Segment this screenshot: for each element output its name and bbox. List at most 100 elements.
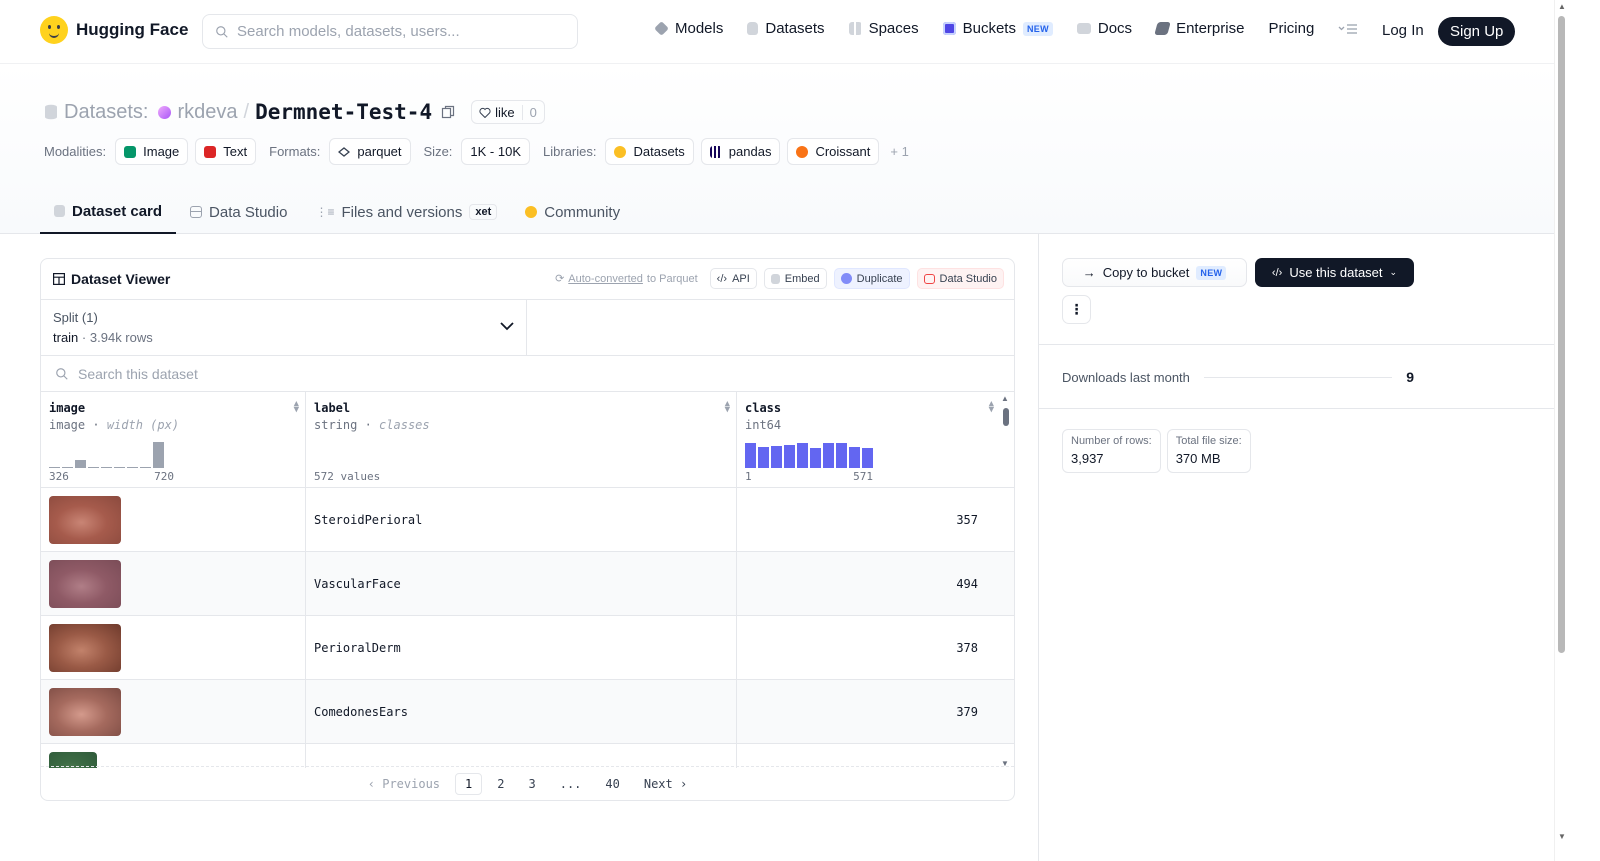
histogram-bar[interactable] (823, 443, 834, 468)
nav-pricing[interactable]: Pricing (1268, 20, 1314, 37)
signup-button[interactable]: Sign Up (1438, 17, 1516, 46)
histogram-bar[interactable] (784, 445, 795, 468)
repo-owner[interactable]: rkdeva (177, 101, 237, 124)
dataset-search-input[interactable]: Search this dataset (41, 356, 1014, 392)
scroll-down-icon[interactable]: ▼ (1001, 759, 1009, 768)
tab-community[interactable]: Community (511, 190, 634, 234)
table-row[interactable] (41, 744, 1014, 768)
histogram-bar[interactable] (75, 460, 86, 468)
histogram-bar[interactable] (127, 467, 138, 468)
size-chip[interactable]: 1K - 10K (461, 138, 531, 165)
like-button[interactable]: like 0 (471, 100, 545, 124)
auto-converted-link[interactable]: Auto-converted (568, 273, 643, 285)
docs-icon (1076, 23, 1091, 34)
duplicate-icon (840, 273, 852, 284)
code-icon: ‹/› (1271, 266, 1283, 279)
nav-docs[interactable]: Docs (1076, 20, 1132, 37)
global-search-input[interactable]: Search models, datasets, users... (202, 14, 578, 49)
models-icon (654, 21, 669, 36)
cell-label: ComedonesEars (305, 680, 736, 743)
format-parquet-chip[interactable]: parquet (329, 138, 411, 165)
column-type-sub: width (px) (106, 418, 180, 432)
page-40[interactable]: 40 (596, 774, 628, 794)
api-button[interactable]: ‹/› API (709, 268, 757, 289)
cell-image (41, 680, 305, 743)
library-datasets-chip[interactable]: Datasets (605, 138, 694, 165)
page-scrollbar[interactable]: ▲ ▼ (1554, 0, 1568, 861)
pagination-prev[interactable]: ‹ Previous (359, 774, 449, 794)
page-2[interactable]: 2 (488, 774, 513, 794)
column-type: image · width (px) (49, 418, 180, 432)
table-scroll-thumb[interactable] (1003, 408, 1009, 426)
tab-files-versions[interactable]: ⋮≡ Files and versions xet (301, 190, 511, 234)
repo-tabs: Dataset card Data Studio ⋮≡ Files and ver… (40, 190, 634, 234)
repo-name[interactable]: Dermnet-Test-4 (255, 100, 432, 124)
grid-icon (53, 273, 65, 285)
tab-dataset-card[interactable]: Dataset card (40, 190, 177, 234)
table-row[interactable]: SteroidPerioral 357 (41, 488, 1014, 552)
table-row[interactable]: VascularFace 494 (41, 552, 1014, 616)
histogram-bar[interactable] (862, 448, 873, 468)
use-dataset-button[interactable]: ‹/› Use this dataset ⌄ (1255, 258, 1414, 287)
image-thumbnail[interactable] (49, 687, 121, 736)
page-scroll-thumb[interactable] (1558, 16, 1565, 653)
sort-icon[interactable]: ▲ ▼ (989, 400, 994, 415)
column-header-class[interactable]: class int64 ▲ ▼ 1 571 (736, 392, 1000, 487)
split-selector[interactable]: Split (1) train · 3.94k rows (41, 300, 527, 355)
nav-datasets[interactable]: Datasets (747, 20, 825, 37)
table-scrollbar[interactable]: ▲ ▼ (999, 394, 1013, 768)
like-label: like (495, 104, 515, 120)
modality-image-chip[interactable]: Image (115, 138, 189, 165)
page-1[interactable]: 1 (455, 772, 483, 795)
login-link[interactable]: Log In (1382, 22, 1424, 39)
repo-type-label[interactable]: Datasets: (64, 101, 148, 124)
data-studio-button[interactable]: Data Studio (916, 268, 1004, 289)
histogram-bar[interactable] (101, 467, 112, 468)
histogram-bar[interactable] (758, 447, 769, 468)
sort-icon[interactable]: ▲ ▼ (725, 400, 730, 415)
column-header-label[interactable]: label string · classes ▲ ▼ 572 values (305, 392, 736, 487)
more-options-button[interactable]: ⋮ (1062, 295, 1091, 324)
image-thumbnail[interactable] (49, 559, 121, 608)
table-row[interactable]: ComedonesEars 379 (41, 680, 1014, 744)
copy-to-bucket-button[interactable]: → Copy to bucket NEW (1062, 258, 1247, 287)
brand-logo[interactable]: Hugging Face (40, 16, 188, 44)
embed-button[interactable]: Embed (763, 268, 827, 289)
nav-models[interactable]: Models (654, 20, 723, 37)
downloads-value: 9 (1406, 369, 1414, 385)
column-header-image[interactable]: image image · width (px) ▲ ▼ 326 720 (41, 392, 305, 487)
histogram-bar[interactable] (797, 443, 808, 468)
nav-spaces[interactable]: Spaces (848, 20, 919, 37)
library-pandas-chip[interactable]: pandas (700, 138, 781, 165)
nav-enterprise[interactable]: Enterprise (1154, 20, 1244, 37)
histogram-bar[interactable] (62, 467, 73, 468)
duplicate-button[interactable]: Duplicate (833, 268, 910, 289)
table-row[interactable]: PerioralDerm 378 (41, 616, 1014, 680)
tab-data-studio[interactable]: Data Studio (176, 190, 301, 234)
histogram-bar[interactable] (140, 467, 151, 468)
histogram-bar[interactable] (88, 467, 99, 468)
scroll-up-icon[interactable]: ▲ (1001, 394, 1009, 403)
histogram-bar[interactable] (810, 448, 821, 468)
image-thumbnail[interactable] (49, 495, 121, 544)
histogram-bar[interactable] (745, 443, 756, 468)
histogram-bar[interactable] (771, 446, 782, 468)
sort-icon[interactable]: ▲ ▼ (294, 400, 299, 415)
histogram-bar[interactable] (849, 447, 860, 468)
copy-icon[interactable] (441, 105, 455, 119)
nav-more-menu[interactable] (1338, 23, 1358, 35)
library-croissant-chip[interactable]: Croissant (787, 138, 880, 165)
histogram-bar[interactable] (114, 467, 125, 468)
histogram-bar[interactable] (49, 467, 60, 468)
page-scroll-down-icon[interactable]: ▼ (1558, 832, 1566, 841)
more-libraries[interactable]: + 1 (890, 144, 908, 159)
nav-buckets[interactable]: Buckets NEW (942, 20, 1053, 37)
pagination-next[interactable]: Next › (635, 774, 696, 794)
histogram-bar[interactable] (836, 443, 847, 468)
page-3[interactable]: 3 (519, 774, 544, 794)
modality-text-chip[interactable]: Text (195, 138, 257, 165)
image-thumbnail[interactable] (49, 623, 121, 672)
page-scroll-up-icon[interactable]: ▲ (1558, 2, 1566, 11)
column-divider (1038, 234, 1039, 861)
histogram-bar[interactable] (153, 442, 164, 468)
